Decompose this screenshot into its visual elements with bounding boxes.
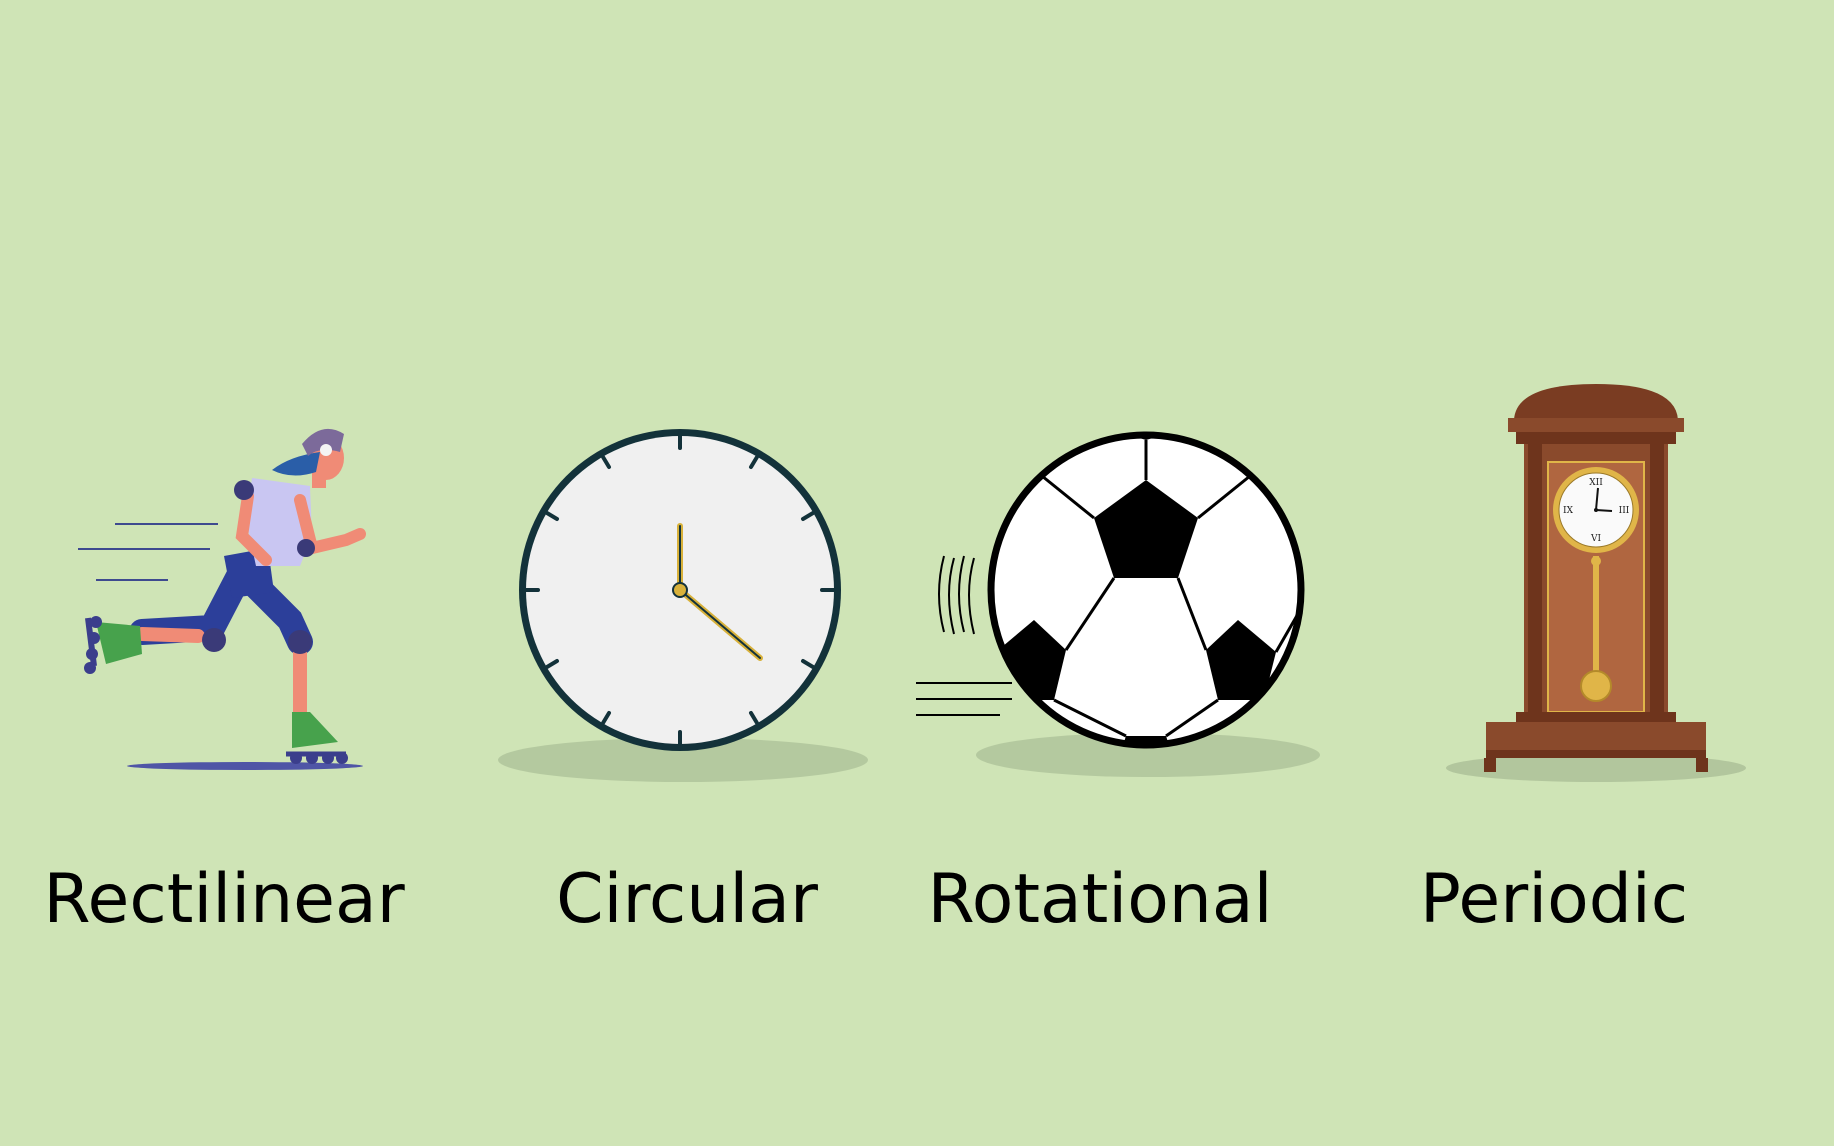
numeral-vi: VI — [1590, 534, 1601, 544]
stage: Rectilinear Circular Rotational XII III … — [0, 0, 1834, 1146]
numeral-xii: XII — [1589, 478, 1603, 488]
motion-rotational: Rotational — [916, 0, 1374, 1146]
numeral-iii: III — [1619, 506, 1630, 516]
pendulum-clock-icon: XII III VI IX — [1446, 384, 1746, 782]
rollerblader-icon — [78, 428, 366, 770]
motion-label: Rotational — [927, 860, 1273, 939]
numeral-ix: IX — [1563, 506, 1574, 516]
motion-periodic: XII III VI IX Periodic — [1376, 0, 1834, 1146]
motion-label: Periodic — [1419, 860, 1689, 939]
wall-clock-icon — [498, 429, 868, 782]
motion-label: Circular — [556, 860, 818, 939]
motion-rectilinear: Rectilinear — [0, 0, 458, 1146]
motion-label: Rectilinear — [43, 860, 405, 939]
motion-circular: Circular — [458, 0, 916, 1146]
soccer-ball-icon — [916, 431, 1320, 777]
